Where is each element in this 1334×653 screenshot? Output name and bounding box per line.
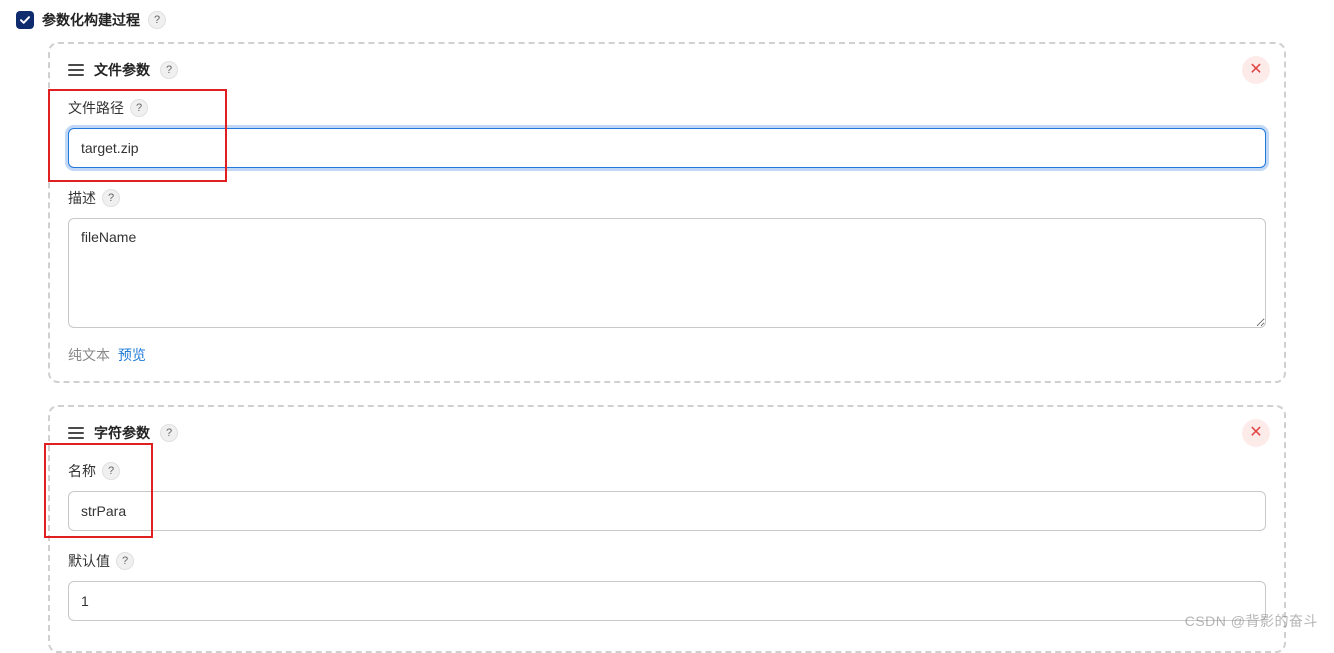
preview-link[interactable]: 预览 (118, 347, 146, 363)
description-textarea[interactable] (68, 218, 1266, 328)
help-icon[interactable]: ? (102, 462, 120, 480)
drag-handle-icon[interactable] (68, 426, 84, 440)
close-icon[interactable]: ✕ (1242, 56, 1270, 84)
default-value-label: 默认值 (68, 551, 110, 571)
section-title: 文件参数 (94, 60, 150, 80)
name-label: 名称 (68, 461, 96, 481)
close-icon[interactable]: ✕ (1242, 419, 1270, 447)
parametrized-build-checkbox[interactable] (16, 11, 34, 29)
help-icon[interactable]: ? (148, 11, 166, 29)
help-icon[interactable]: ? (102, 189, 120, 207)
help-icon[interactable]: ? (116, 552, 134, 570)
help-icon[interactable]: ? (160, 61, 178, 79)
drag-handle-icon[interactable] (68, 63, 84, 77)
help-icon[interactable]: ? (160, 424, 178, 442)
plain-text-link[interactable]: 纯文本 (68, 347, 110, 363)
section-title: 字符参数 (94, 423, 150, 443)
parametrized-build-label: 参数化构建过程 (42, 10, 140, 30)
file-path-input[interactable] (68, 128, 1266, 168)
file-path-label: 文件路径 (68, 98, 124, 118)
help-icon[interactable]: ? (130, 99, 148, 117)
default-value-input[interactable] (68, 581, 1266, 621)
file-param-section: 文件参数 ? ✕ 文件路径 ? 描述 ? 纯文本 预览 (48, 42, 1286, 383)
name-input[interactable] (68, 491, 1266, 531)
description-label: 描述 (68, 188, 96, 208)
string-param-section: 字符参数 ? ✕ 名称 ? 默认值 ? (48, 405, 1286, 653)
